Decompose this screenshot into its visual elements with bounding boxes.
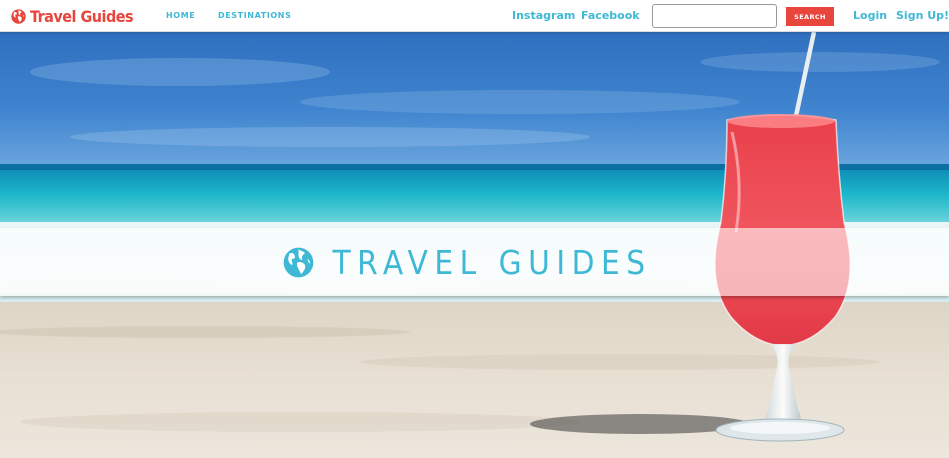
hero-title-banner: TRAVEL GUIDES	[0, 228, 949, 296]
top-navbar: Travel Guides HOME DESTINATIONS Instagra…	[0, 0, 949, 32]
globe-icon	[11, 8, 26, 24]
search-input[interactable]	[652, 4, 777, 28]
hero-title: TRAVEL GUIDES	[332, 242, 652, 282]
nav-home-link[interactable]: HOME	[166, 11, 195, 20]
brand-name: Travel Guides	[30, 6, 134, 26]
globe-icon	[284, 247, 314, 277]
brand-logo-link[interactable]: Travel Guides	[11, 6, 134, 26]
nav-destinations-link[interactable]: DESTINATIONS	[218, 11, 291, 20]
login-link[interactable]: Login	[853, 9, 887, 22]
hero-section: TRAVEL GUIDES	[0, 32, 949, 458]
instagram-link[interactable]: Instagram	[512, 9, 575, 22]
signup-link[interactable]: Sign Up!	[896, 9, 949, 22]
facebook-link[interactable]: Facebook	[581, 9, 640, 22]
search-button[interactable]: SEARCH	[786, 7, 834, 26]
